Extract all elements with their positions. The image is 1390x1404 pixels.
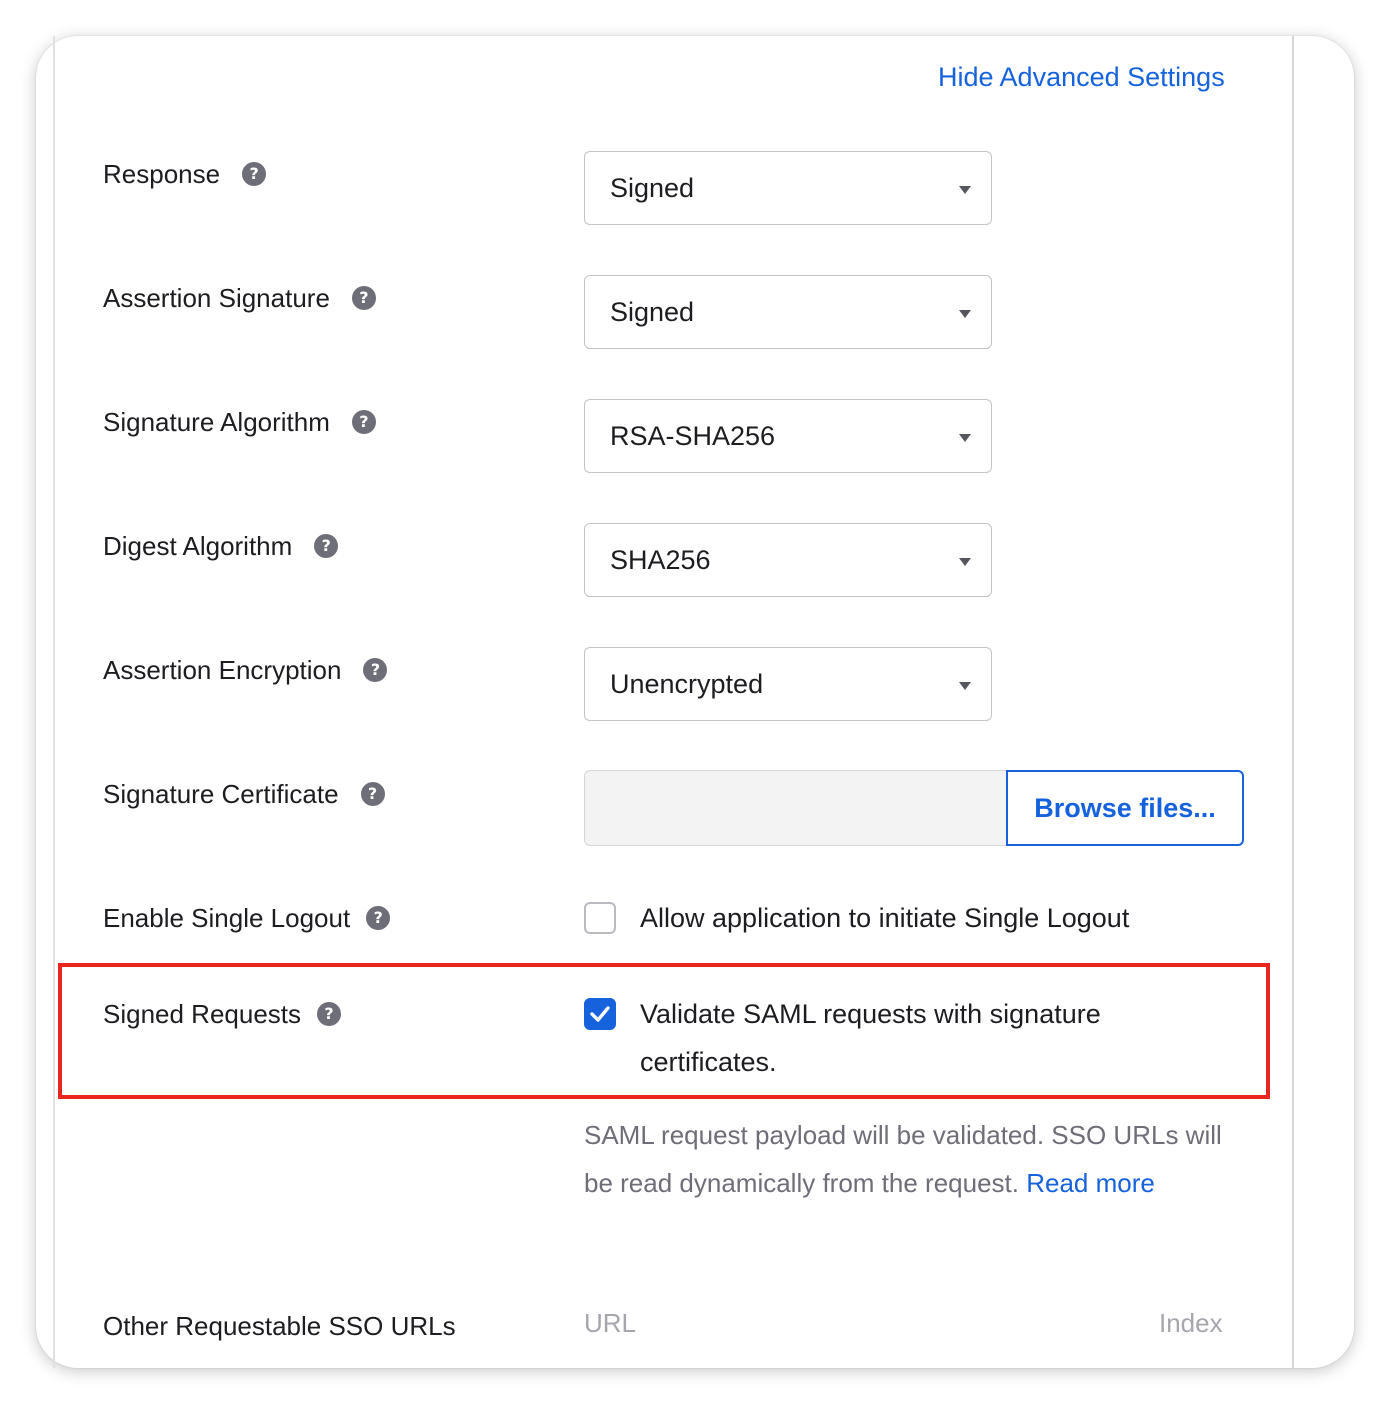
assertion-encryption-select-value: Unencrypted — [610, 669, 764, 699]
other-sso-urls-label: Other Requestable SSO URLs — [103, 1310, 456, 1341]
signed-requests-checkbox[interactable] — [584, 998, 616, 1030]
assertion-signature-label-row: Assertion Signature ? — [103, 281, 376, 315]
signature-algorithm-select[interactable]: RSA-SHA256 — [584, 399, 992, 473]
digest-algorithm-select-value: SHA256 — [610, 545, 711, 575]
help-icon[interactable]: ? — [366, 906, 391, 930]
digest-algorithm-select[interactable]: SHA256 — [584, 523, 992, 597]
response-label: Response — [103, 158, 221, 189]
help-icon[interactable]: ? — [351, 410, 376, 434]
assertion-encryption-select[interactable]: Unencrypted — [584, 647, 992, 721]
caret-down-icon — [959, 558, 971, 566]
assertion-signature-label: Assertion Signature — [103, 282, 330, 313]
signature-algorithm-label: Signature Algorithm — [103, 406, 330, 437]
help-icon[interactable]: ? — [351, 286, 376, 310]
caret-down-icon — [959, 310, 971, 318]
help-icon[interactable]: ? — [317, 1002, 342, 1026]
single-logout-label: Enable Single Logout — [103, 902, 351, 933]
caret-down-icon — [959, 434, 971, 442]
signed-requests-checkbox-label[interactable]: Validate SAML requests with signature ce… — [640, 990, 1101, 1086]
signed-requests-checkbox-label-line2: certificates. — [640, 1047, 777, 1077]
url-column-header: URL — [584, 1308, 637, 1338]
help-icon[interactable]: ? — [242, 162, 267, 186]
signed-requests-label-row: Signed Requests ? — [103, 997, 342, 1031]
checkmark-icon — [590, 1006, 610, 1022]
signed-requests-checkbox-label-line1: Validate SAML requests with signature — [640, 999, 1101, 1029]
assertion-encryption-label: Assertion Encryption — [103, 654, 342, 685]
help-icon[interactable]: ? — [363, 658, 388, 682]
assertion-signature-select[interactable]: Signed — [584, 275, 992, 349]
caret-down-icon — [959, 186, 971, 194]
signed-requests-helper-text: SAML request payload will be validated. … — [584, 1111, 1244, 1207]
help-icon[interactable]: ? — [314, 534, 339, 558]
signature-certificate-label: Signature Certificate — [103, 778, 339, 809]
single-logout-checkbox-label[interactable]: Allow application to initiate Single Log… — [640, 894, 1129, 942]
single-logout-label-row: Enable Single Logout ? — [103, 901, 391, 935]
panel-divider-left — [53, 36, 55, 1368]
single-logout-checkbox[interactable] — [584, 902, 616, 934]
signature-certificate-file-field[interactable] — [584, 770, 1008, 846]
read-more-link[interactable]: Read more — [1026, 1168, 1155, 1198]
digest-algorithm-label-row: Digest Algorithm ? — [103, 529, 339, 563]
other-sso-urls-label-row: Other Requestable SSO URLs — [103, 1309, 456, 1343]
assertion-signature-select-value: Signed — [610, 297, 695, 327]
signature-algorithm-label-row: Signature Algorithm ? — [103, 405, 376, 439]
signature-algorithm-select-value: RSA-SHA256 — [610, 421, 776, 451]
panel-divider-right — [1292, 36, 1294, 1368]
hide-advanced-settings-link[interactable]: Hide Advanced Settings — [938, 62, 1225, 93]
assertion-encryption-label-row: Assertion Encryption ? — [103, 653, 388, 687]
index-column-header: Index — [1159, 1308, 1223, 1338]
response-select-value: Signed — [610, 173, 695, 203]
response-select[interactable]: Signed — [584, 151, 992, 225]
response-label-row: Response ? — [103, 157, 267, 191]
digest-algorithm-label: Digest Algorithm — [103, 530, 293, 561]
browse-files-button[interactable]: Browse files... — [1006, 770, 1244, 846]
signature-certificate-label-row: Signature Certificate ? — [103, 777, 385, 811]
help-icon[interactable]: ? — [360, 782, 385, 806]
signed-requests-label: Signed Requests — [103, 998, 302, 1029]
caret-down-icon — [959, 682, 971, 690]
